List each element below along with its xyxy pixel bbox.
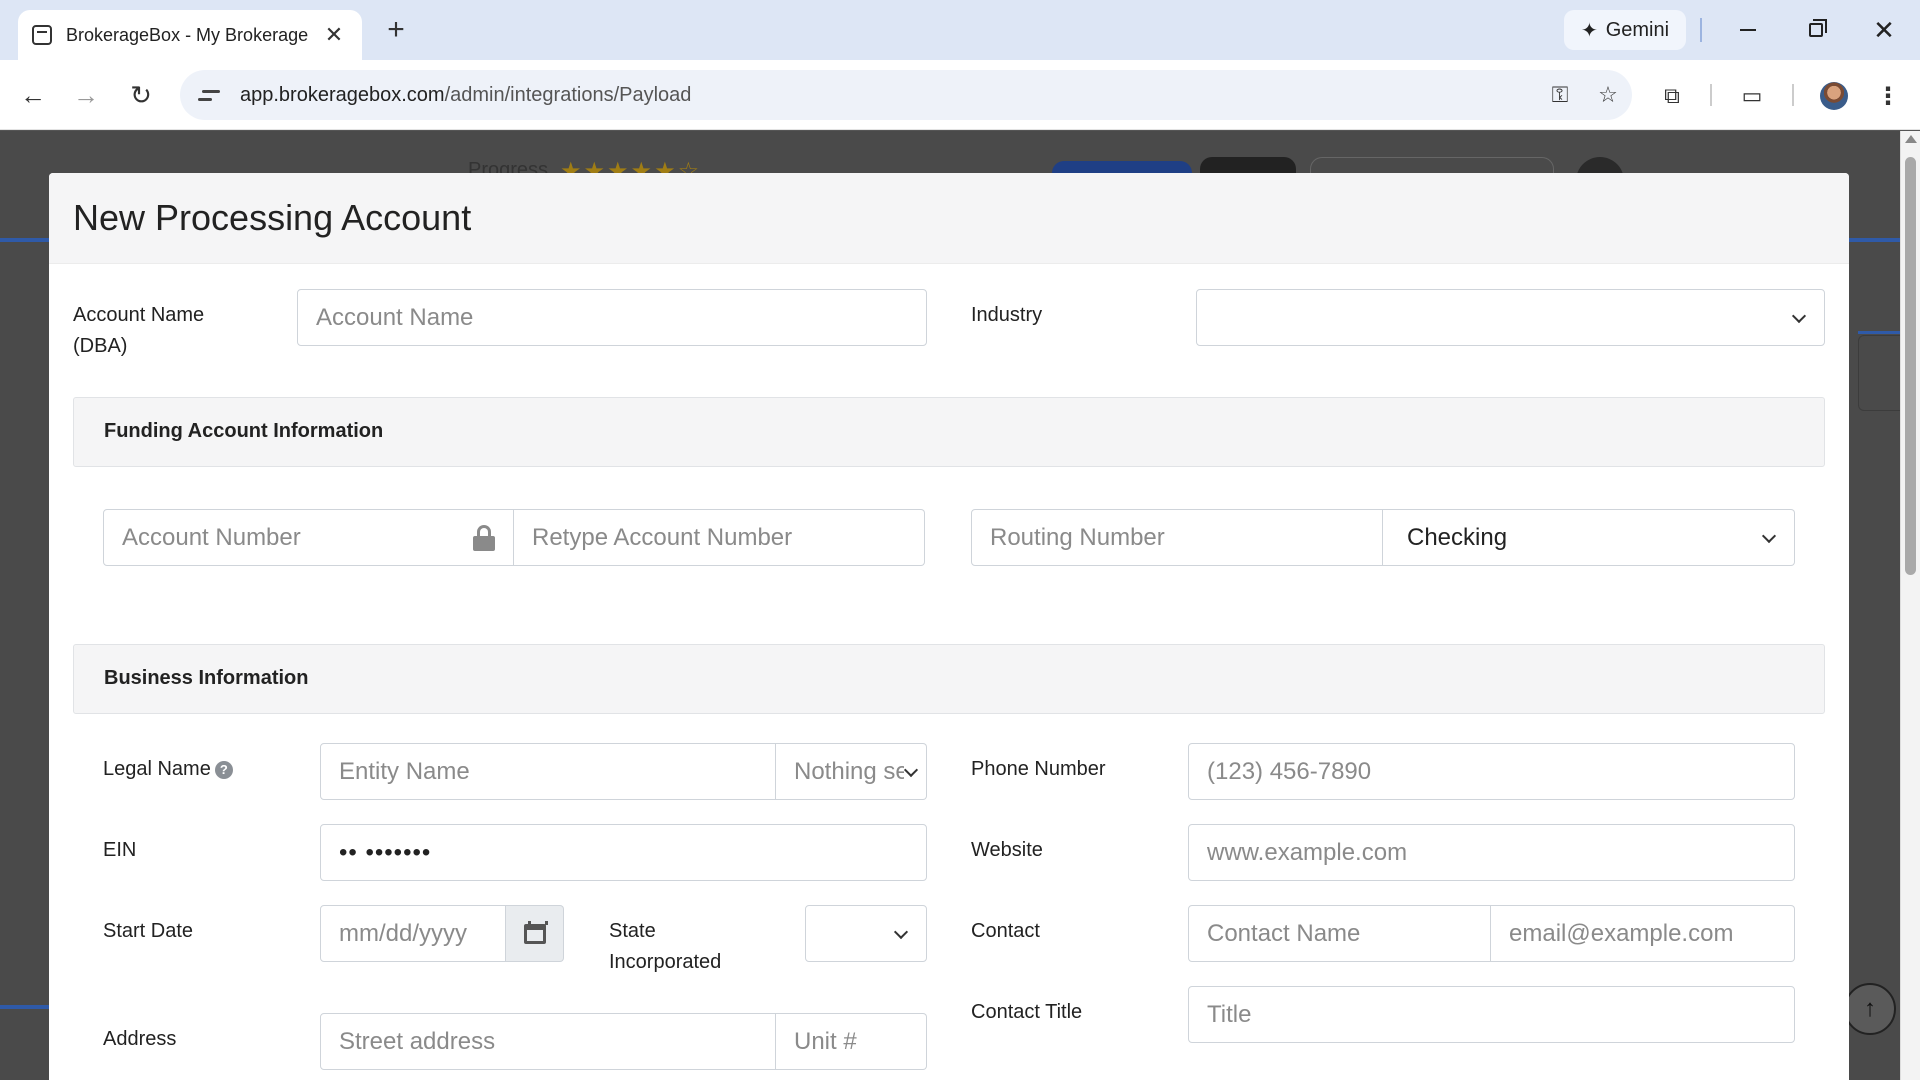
funding-section-title: Funding Account Information (104, 420, 384, 442)
state-incorporated-label: State Incorporated (609, 920, 722, 973)
website-input[interactable]: www.example.com (1188, 824, 1795, 881)
chevron-down-icon (904, 765, 918, 779)
scroll-thumb[interactable] (1905, 157, 1916, 575)
contact-title-input[interactable]: Title (1188, 986, 1795, 1043)
gemini-button[interactable]: ✦ Gemini (1564, 10, 1686, 50)
window-close-button[interactable]: ✕ (1856, 8, 1912, 52)
unit-number-input[interactable]: Unit # (776, 1013, 927, 1070)
tab-title: BrokerageBox - My Brokerage (66, 24, 309, 45)
window-minimize-button[interactable] (1720, 8, 1776, 52)
date-picker-button[interactable] (506, 905, 564, 962)
state-incorporated-select[interactable] (805, 905, 927, 962)
backdrop-panel-accent (1858, 331, 1900, 334)
site-info-icon[interactable] (198, 81, 226, 109)
retype-account-number-input[interactable]: Retype Account Number (514, 509, 925, 566)
browser-tabstrip: BrokerageBox - My Brokerage ✕ + ✦ Gemini… (0, 0, 1920, 60)
start-date-input[interactable]: mm/dd/yyyy (320, 905, 506, 962)
phone-number-input[interactable]: (123) 456-7890 (1188, 743, 1795, 800)
browser-toolbar: ← → ↻ app.brokeragebox.com/admin/integra… (0, 60, 1920, 130)
account-name-input[interactable]: Account Name (297, 289, 927, 346)
legal-name-label: Legal Name? (103, 754, 233, 785)
account-name-label: Account Name (DBA) (73, 304, 205, 357)
brokeragebox-favicon-icon (32, 25, 52, 45)
lock-icon (473, 524, 495, 551)
gemini-label: Gemini (1605, 18, 1670, 41)
tab-close-icon[interactable]: ✕ (320, 22, 348, 48)
address-bar[interactable]: app.brokeragebox.com/admin/integrations/… (180, 70, 1632, 120)
modal-title: New Processing Account (73, 197, 472, 238)
restore-icon (1809, 19, 1827, 37)
back-arrow-icon[interactable]: ← (12, 74, 54, 116)
browser-tab-active[interactable]: BrokerageBox - My Brokerage ✕ (18, 10, 362, 60)
profile-avatar[interactable] (1814, 76, 1854, 116)
password-key-icon[interactable]: ⚿ (1536, 82, 1584, 108)
scroll-up-arrow-icon[interactable] (1905, 135, 1917, 143)
phone-number-label: Phone Number (971, 758, 1106, 780)
funding-section-header: Funding Account Information (73, 397, 1825, 467)
gemini-sparkle-icon: ✦ (1580, 19, 1598, 42)
new-tab-button[interactable]: + (380, 12, 412, 48)
account-number-input[interactable]: Account Number (103, 509, 514, 566)
contact-label: Contact (971, 920, 1040, 942)
help-icon[interactable]: ? (214, 761, 233, 779)
backdrop-side-panel (1858, 335, 1900, 411)
contact-name-input[interactable]: Contact Name (1188, 905, 1491, 962)
legal-name-input[interactable]: Entity Name (320, 743, 776, 800)
toolbar-separator (1792, 84, 1794, 106)
page-scrollbar[interactable] (1900, 131, 1920, 1080)
contact-title-label: Contact Title (971, 1001, 1083, 1023)
minimize-icon (1740, 29, 1756, 31)
street-address-input[interactable]: Street address (320, 1013, 776, 1070)
chevron-down-icon (1792, 311, 1806, 325)
contact-email-input[interactable]: email@example.com (1491, 905, 1795, 962)
website-label: Website (971, 839, 1043, 861)
avatar-icon (1820, 82, 1848, 110)
entity-type-select[interactable]: Nothing se (776, 743, 927, 800)
modal-header: New Processing Account (49, 173, 1849, 264)
chevron-down-icon (1762, 531, 1776, 545)
tab-search-icon[interactable]: ▭ (1732, 76, 1772, 116)
routing-number-input[interactable]: Routing Number (971, 509, 1383, 566)
start-date-label: Start Date (103, 920, 194, 942)
window-restore-button[interactable] (1788, 8, 1844, 52)
account-type-select[interactable]: Checking (1383, 509, 1795, 566)
toolbar-separator (1710, 84, 1712, 106)
chrome-separator (1700, 18, 1702, 42)
extensions-puzzle-icon[interactable]: ⧉ (1652, 76, 1692, 116)
ein-label: EIN (103, 839, 137, 861)
new-processing-account-modal: New Processing Account Account Name (DBA… (49, 173, 1849, 1080)
bookmark-star-icon[interactable]: ☆ (1584, 82, 1632, 108)
chrome-menu-icon[interactable]: ⋮ (1868, 76, 1908, 116)
address-label: Address (103, 1028, 177, 1050)
url-text[interactable]: app.brokeragebox.com/admin/integrations/… (240, 84, 1536, 107)
industry-select[interactable] (1196, 289, 1825, 346)
scroll-to-top-button[interactable]: ↑ (1844, 983, 1896, 1035)
reload-icon[interactable]: ↻ (120, 74, 162, 116)
business-section-header: Business Information (73, 644, 1825, 714)
calendar-icon (523, 920, 548, 944)
forward-arrow-icon[interactable]: → (65, 74, 107, 116)
industry-label: Industry (971, 304, 1043, 326)
ein-input[interactable]: •• ••••••• (320, 824, 927, 881)
business-section-title: Business Information (104, 667, 309, 689)
chevron-down-icon (894, 927, 908, 941)
